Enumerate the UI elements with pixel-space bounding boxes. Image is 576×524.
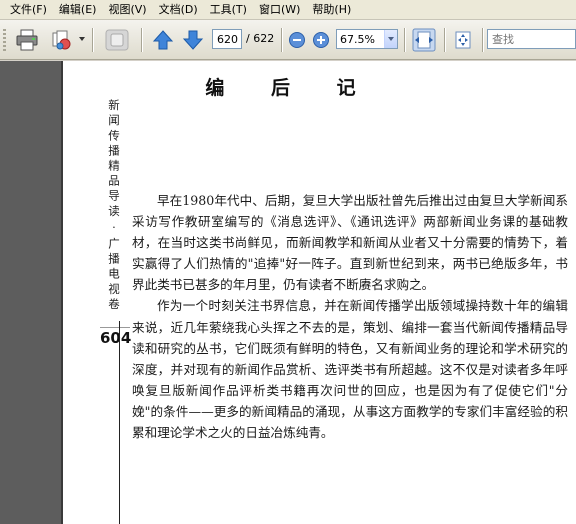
prev-page-button[interactable] <box>150 26 176 54</box>
body-text: 早在1980年代中、后期，复旦大学出版社曾先后推出过由复旦大学新闻系采访写作教研… <box>132 190 568 443</box>
organize-button[interactable] <box>48 26 76 54</box>
toolbar-separator <box>404 28 405 52</box>
paragraph: 早在1980年代中、后期，复旦大学出版社曾先后推出过由复旦大学新闻系采访写作教研… <box>132 193 568 293</box>
fit-page-icon <box>455 31 471 49</box>
search-input[interactable] <box>487 29 576 49</box>
toolbar-separator <box>92 28 93 52</box>
menu-tools[interactable]: 工具(T) <box>204 0 253 20</box>
menu-window[interactable]: 窗口(W) <box>253 0 306 20</box>
page-number-input[interactable] <box>212 29 242 49</box>
print-button[interactable] <box>13 26 41 54</box>
hand-tool-button[interactable] <box>102 26 132 54</box>
document-page[interactable]: 编 后 记 新闻传播精品导读·广播电视卷 604 早在1980年代中、后期，复旦… <box>63 61 576 524</box>
menu-bar: 文件(F) 编辑(E) 视图(V) 文档(D) 工具(T) 窗口(W) 帮助(H… <box>0 0 576 20</box>
page-title: 编 后 记 <box>205 77 376 99</box>
menu-file[interactable]: 文件(F) <box>4 0 53 20</box>
menu-edit[interactable]: 编辑(E) <box>53 0 103 20</box>
menu-help[interactable]: 帮助(H) <box>306 0 357 20</box>
menu-document[interactable]: 文档(D) <box>153 0 204 20</box>
page-number: 604 <box>100 329 132 347</box>
toolbar-separator <box>141 28 142 52</box>
fit-page-button[interactable] <box>450 26 476 54</box>
page-number-rule <box>100 327 130 328</box>
zoom-out-button[interactable] <box>287 26 307 54</box>
fit-width-icon <box>412 28 436 52</box>
hand-icon <box>105 29 129 51</box>
menu-view[interactable]: 视图(V) <box>102 0 152 20</box>
running-header: 新闻传播精品导读·广播电视卷 <box>107 99 121 313</box>
fit-width-button[interactable] <box>410 26 438 54</box>
paragraph: 作为一个时刻关注书界信息，并在新闻传播学出版领域操持数十年的编辑来说，近几年萦绕… <box>132 298 568 441</box>
zoom-in-icon <box>313 32 329 48</box>
page-total-label: / 622 <box>246 32 275 45</box>
zoom-in-button[interactable] <box>311 26 331 54</box>
zoom-value: 67.5% <box>340 32 375 46</box>
navigation-pane <box>0 61 62 524</box>
zoom-out-icon <box>289 32 305 48</box>
margin-rule <box>119 321 120 524</box>
chevron-down-icon <box>388 37 394 41</box>
prev-page-icon <box>152 30 174 50</box>
zoom-dropdown-button[interactable] <box>384 30 397 48</box>
toolbar-separator <box>444 28 445 52</box>
next-page-icon <box>182 30 204 50</box>
toolbar-separator <box>281 28 282 52</box>
toolbar-grip[interactable] <box>3 29 6 51</box>
print-icon <box>16 29 38 51</box>
zoom-select[interactable]: 67.5% <box>336 29 398 49</box>
toolbar-separator <box>482 28 483 52</box>
organize-dropdown-arrow[interactable] <box>79 37 85 41</box>
organize-icon <box>52 30 71 50</box>
next-page-button[interactable] <box>180 26 206 54</box>
